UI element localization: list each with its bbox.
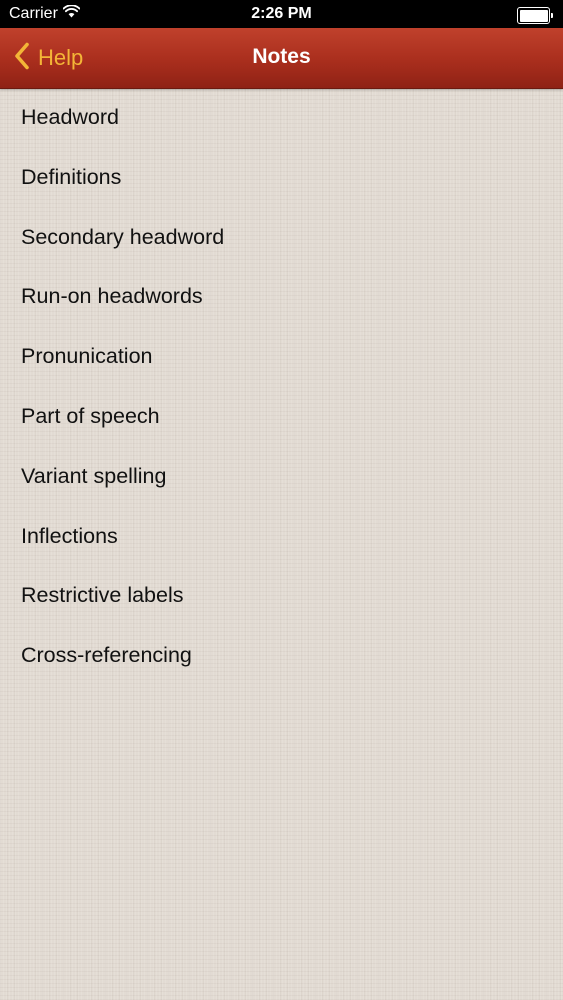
battery-body: [517, 7, 550, 24]
battery-icon: [517, 7, 553, 24]
battery-tip: [551, 13, 553, 18]
list-item-inflections[interactable]: Inflections: [0, 507, 563, 567]
list-item-secondary-headword[interactable]: Secondary headword: [0, 208, 563, 268]
notes-list: Headword Definitions Secondary headword …: [0, 88, 563, 686]
page-title: Notes: [252, 45, 311, 68]
navigation-bar: Help Notes: [0, 28, 563, 89]
list-item-cross-referencing[interactable]: Cross-referencing: [0, 626, 563, 686]
list-item-variant-spelling[interactable]: Variant spelling: [0, 447, 563, 507]
screen: Carrier 2:26 PM Help Notes Headword Defi…: [0, 0, 563, 1000]
battery-fill: [519, 9, 548, 22]
list-item-definitions[interactable]: Definitions: [0, 148, 563, 208]
list-item-run-on-headwords[interactable]: Run-on headwords: [0, 267, 563, 327]
status-time: 2:26 PM: [251, 5, 312, 22]
status-bar: Carrier 2:26 PM: [0, 0, 563, 28]
list-item-restrictive-labels[interactable]: Restrictive labels: [0, 566, 563, 626]
list-item-headword[interactable]: Headword: [0, 88, 563, 148]
list-item-pronunciation[interactable]: Pronunication: [0, 327, 563, 387]
list-item-part-of-speech[interactable]: Part of speech: [0, 387, 563, 447]
